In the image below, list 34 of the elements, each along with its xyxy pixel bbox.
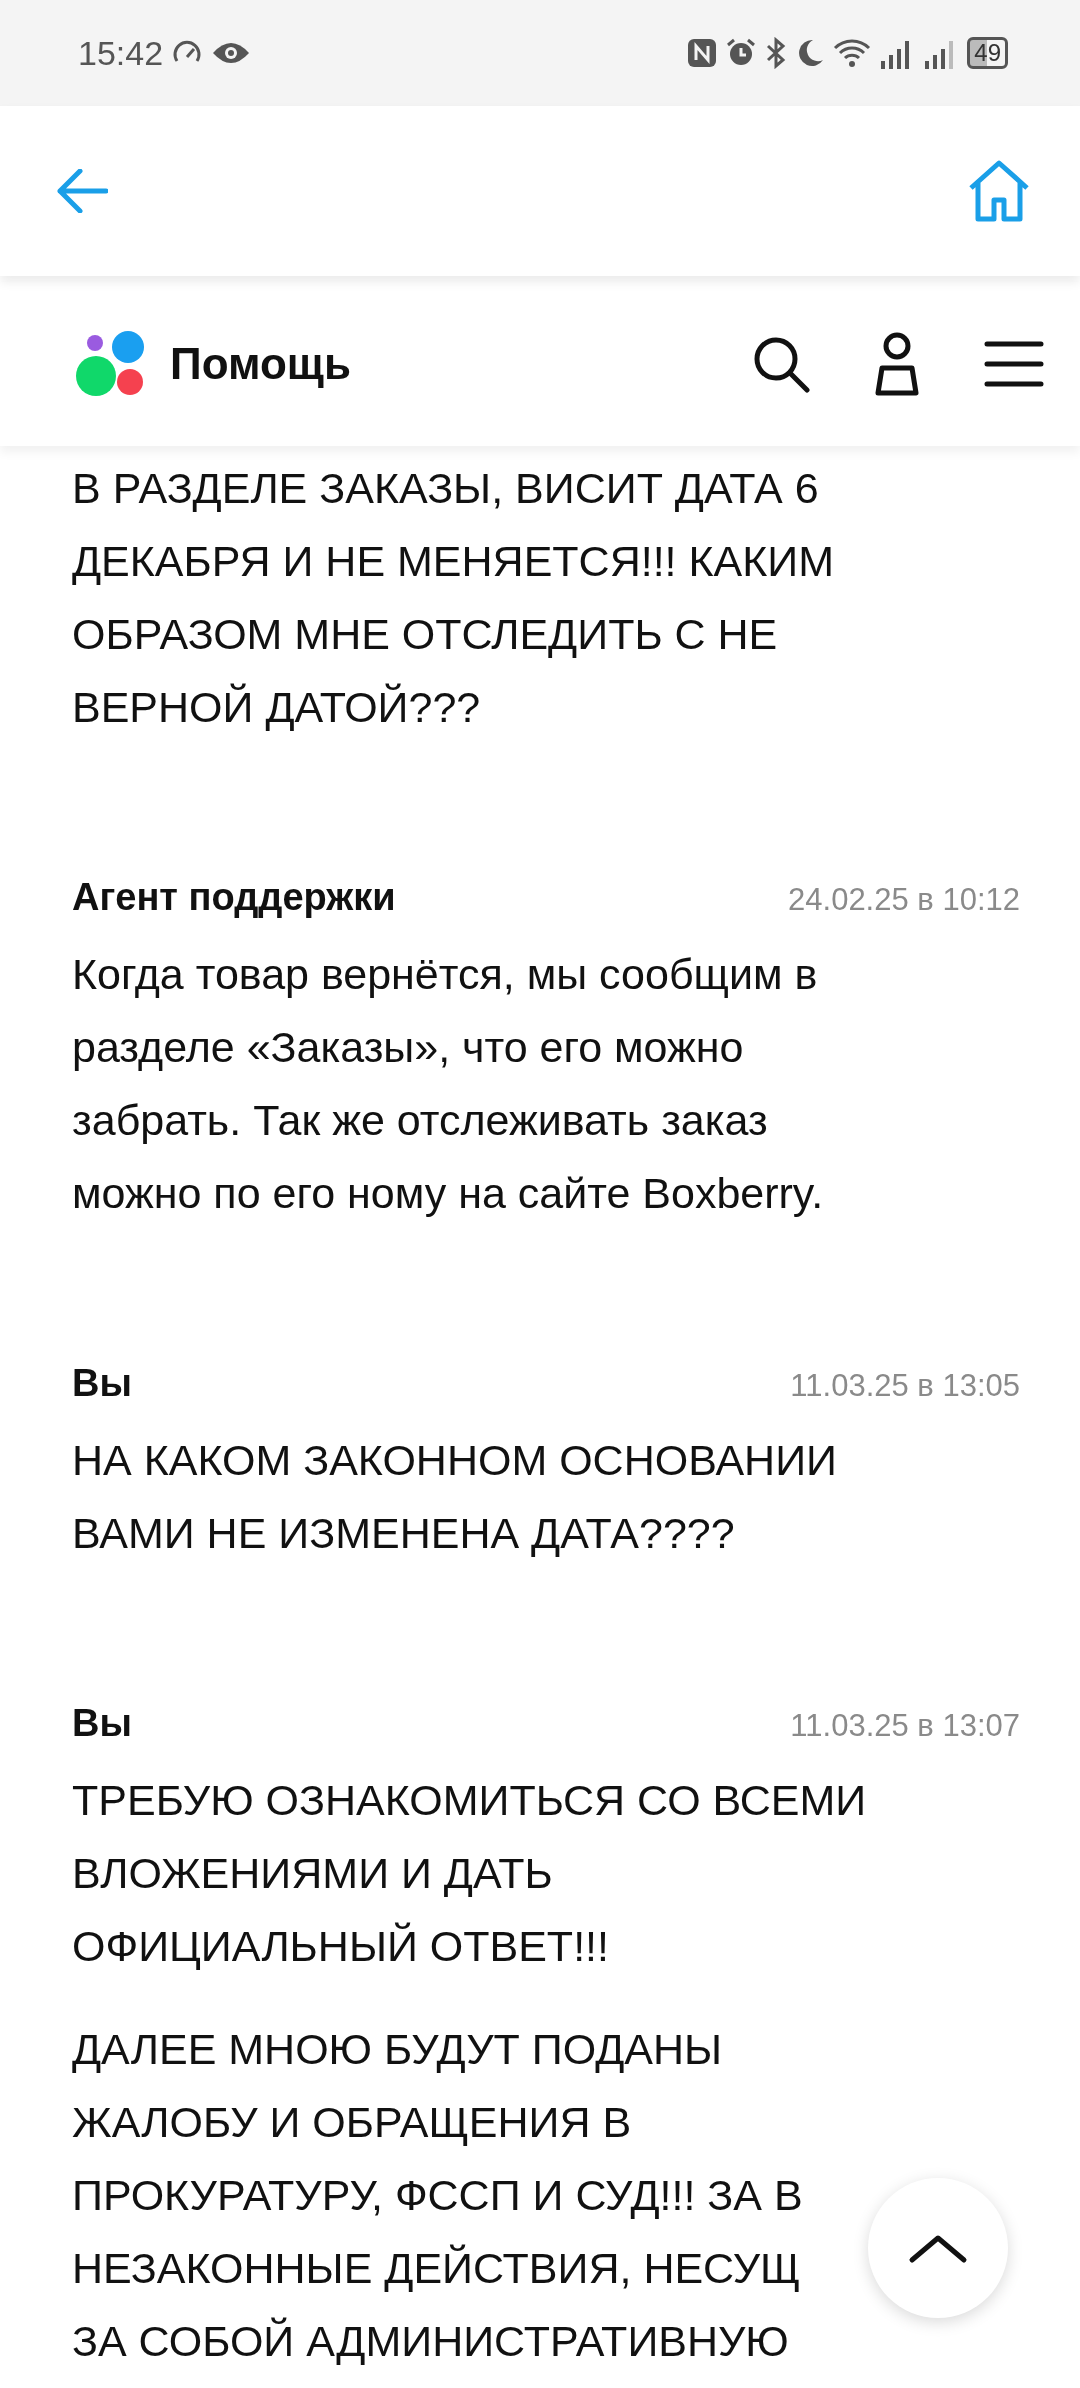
message-text-line: НЕЗАКОННЫЕ ДЕЙСТВИЯ, НЕСУЩ	[72, 2243, 801, 2294]
page-title: Помощь	[170, 338, 351, 390]
message-time: 11.03.25 в 13:07	[790, 1707, 1020, 1745]
message-text-line: ЗА СОБОЙ АДМИНИСТРАТИВНУЮ	[72, 2316, 789, 2367]
message-time: 11.03.25 в 13:05	[790, 1367, 1020, 1405]
message-text-line: ВАМИ НЕ ИЗМЕНЕНА ДАТА????	[72, 1508, 735, 1559]
wifi-icon	[833, 38, 872, 68]
message-author: Агент поддержки	[72, 875, 396, 920]
message-text-line: разделе «Заказы», что его можно	[72, 1022, 744, 1073]
message-text-line: ОФИЦИАЛЬНЫЙ ОТВЕТ!!!	[72, 1921, 609, 1972]
message-text-line: ПРОКУРАТУРУ, ФССП И СУД!!! ЗА В	[72, 2170, 803, 2221]
message-text-line: ОБРАЗОМ МНЕ ОТСЛЕДИТЬ С НЕ	[72, 609, 778, 660]
message-author: Вы	[72, 1701, 132, 1746]
message-text-line: ВЕРНОЙ ДАТОЙ???	[72, 682, 481, 733]
message-time: 24.02.25 в 10:12	[788, 881, 1020, 919]
back-arrow-icon[interactable]	[56, 169, 108, 213]
message-author: Вы	[72, 1361, 132, 1406]
message-text-line: можно по его ному на сайте Boxberry.	[72, 1168, 824, 1219]
menu-icon[interactable]	[984, 339, 1044, 389]
message-text-line: ТРЕБУЮ ОЗНАКОМИТЬСЯ СО ВСЕМИ	[72, 1775, 867, 1826]
message-text-line: Когда товар вернётся, мы сообщим в	[72, 949, 818, 1000]
message-text-line: НА КАКОМ ЗАКОННОМ ОСНОВАНИИ	[72, 1435, 837, 1486]
status-time: 15:42	[78, 32, 164, 74]
search-icon[interactable]	[752, 335, 810, 393]
message-text-line: забрать. Так же отслеживать заказ	[72, 1095, 768, 1146]
message-text-line: ВЛОЖЕНИЯМИ И ДАТЬ	[72, 1848, 553, 1899]
message-text-line: ЖАЛОБУ И ОБРАЩЕНИЯ В	[72, 2097, 632, 2148]
message-text-line: В РАЗДЕЛЕ ЗАКАЗЫ, ВИСИТ ДАТА 6	[72, 463, 819, 514]
battery-indicator: 49	[967, 37, 1008, 69]
message-text-line: ДЕКАБРЯ И НЕ МЕНЯЕТСЯ!!! КАКИМ	[72, 536, 834, 587]
bluetooth-icon	[765, 37, 788, 69]
nfc-icon	[687, 38, 718, 68]
home-icon[interactable]	[968, 160, 1030, 222]
message-text-line: ДАЛЕЕ МНОЮ БУДУТ ПОДАНЫ	[72, 2024, 723, 2075]
